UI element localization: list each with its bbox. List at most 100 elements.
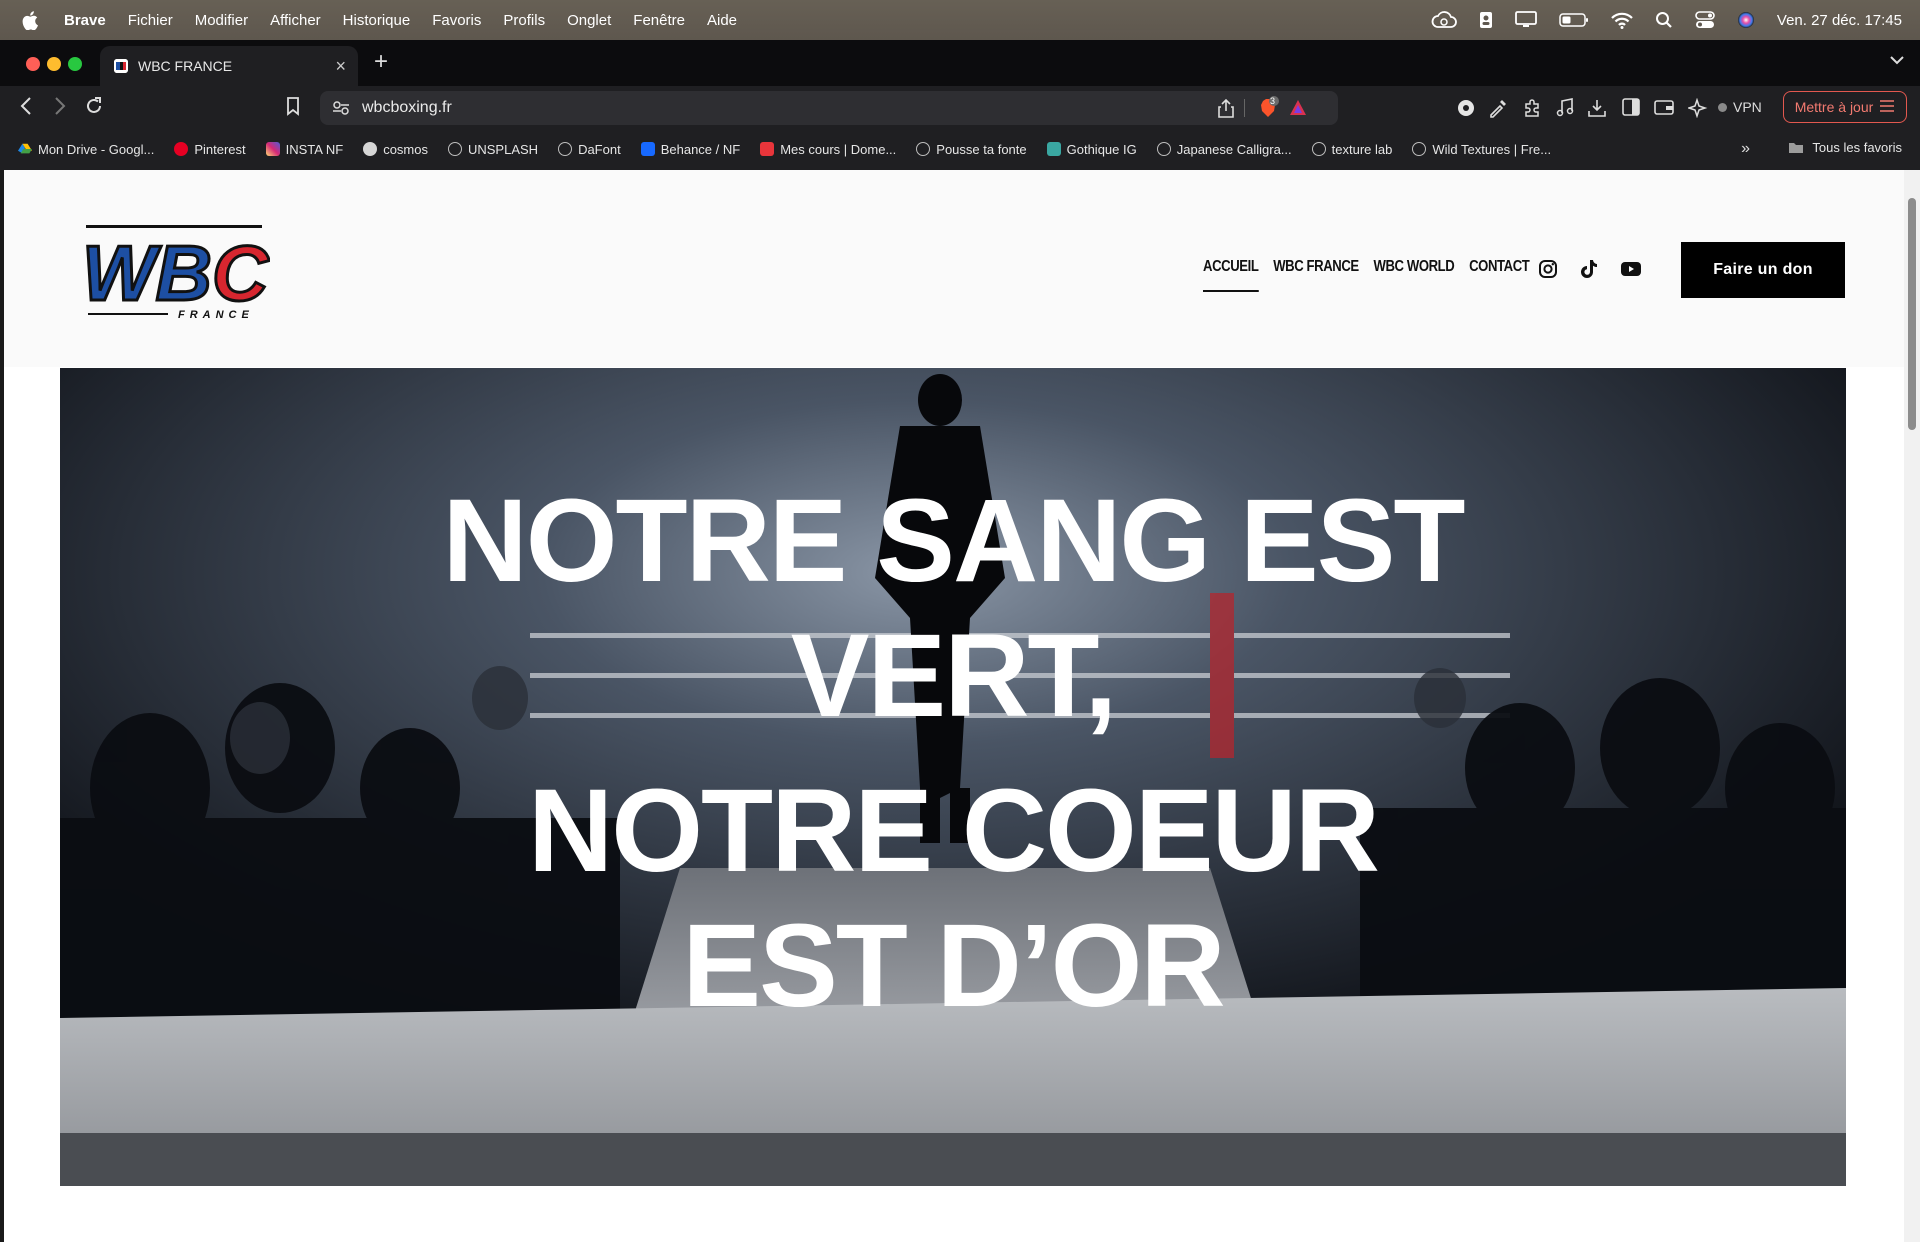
spotlight-icon[interactable] — [1655, 11, 1673, 29]
tab-strip: WBC FRANCE × + — [0, 40, 1920, 86]
brave-shields-icon[interactable]: 3 — [1256, 96, 1280, 125]
brave-rewards-icon[interactable] — [1288, 98, 1308, 123]
bookmark-cosmos[interactable]: cosmos — [363, 142, 428, 157]
wifi-icon[interactable] — [1611, 12, 1633, 29]
vpn-button[interactable]: VPN — [1718, 92, 1762, 122]
menu-app-name[interactable]: Brave — [64, 12, 106, 29]
logo-text: WBC — [82, 229, 270, 317]
leo-ai-icon[interactable] — [1686, 97, 1708, 123]
site-settings-icon[interactable] — [332, 100, 350, 121]
bookmark-label: Mon Drive - Googl... — [38, 141, 155, 157]
update-button[interactable]: Mettre à jour — [1783, 91, 1907, 123]
all-bookmarks-folder[interactable]: Tous les favoris — [1788, 140, 1902, 155]
youtube-icon[interactable] — [1620, 259, 1642, 284]
globe-icon — [1156, 142, 1171, 156]
bookmark-dafont[interactable]: DaFont — [558, 142, 621, 157]
menubar-clock[interactable]: Ven. 27 déc. 17:45 — [1777, 12, 1902, 29]
tiktok-icon[interactable] — [1580, 259, 1598, 284]
nav-accueil[interactable]: ACCUEIL — [1203, 258, 1259, 292]
donate-button[interactable]: Faire un don — [1681, 242, 1845, 298]
share-icon[interactable] — [1218, 98, 1234, 123]
menu-aide[interactable]: Aide — [707, 12, 737, 29]
instagram-icon[interactable] — [1538, 259, 1558, 284]
nav-wbc-world[interactable]: WBC WORLD — [1374, 258, 1455, 276]
music-icon[interactable] — [1556, 98, 1574, 123]
sidebar-toggle-icon[interactable] — [1622, 98, 1640, 121]
page-scrollbar[interactable] — [1904, 170, 1920, 1242]
bookmark-unsplash[interactable]: UNSPLASH — [447, 141, 539, 157]
wbc-favicon-icon — [114, 59, 128, 73]
menu-afficher[interactable]: Afficher — [270, 12, 321, 29]
instagram-icon — [265, 142, 280, 156]
globe-icon — [916, 142, 931, 156]
apple-icon[interactable] — [22, 10, 42, 30]
hero-line-1: NOTRE SANG EST — [442, 475, 1466, 607]
bookmark-mon-drive[interactable]: Mon Drive - Googl... — [18, 142, 154, 157]
menu-historique[interactable]: Historique — [343, 12, 411, 29]
menu-fenetre[interactable]: Fenêtre — [633, 12, 685, 29]
reload-icon[interactable] — [84, 96, 104, 121]
wallet-icon[interactable] — [1654, 98, 1674, 121]
bookmark-gothique-ig[interactable]: Gothique IG — [1046, 142, 1137, 157]
contacts-icon[interactable] — [1479, 11, 1493, 29]
siri-icon[interactable] — [1737, 11, 1755, 29]
tab-wbc-france[interactable]: WBC FRANCE × — [100, 46, 358, 86]
bookmark-label: texture lab — [1331, 141, 1393, 157]
bookmark-behance[interactable]: Behance / NF — [640, 141, 741, 157]
behance-icon — [640, 142, 655, 156]
display-icon[interactable] — [1514, 11, 1537, 29]
window-minimize-button[interactable] — [47, 57, 61, 71]
bookmark-texture-lab[interactable]: texture lab — [1311, 141, 1393, 157]
vpn-status-icon — [1718, 102, 1727, 112]
nav-contact[interactable]: CONTACT — [1469, 258, 1530, 276]
bookmark-label: UNSPLASH — [467, 141, 539, 157]
bookmark-page-icon[interactable] — [286, 96, 300, 121]
bookmark-japanese-calligraphy[interactable]: Japanese Calligra... — [1156, 142, 1292, 157]
browser-toolbar: wbcboxing.fr 3 VPN Mettre à jour — [0, 86, 1920, 130]
bookmark-wild-textures[interactable]: Wild Textures | Fre... — [1412, 142, 1551, 157]
forward-icon[interactable] — [54, 96, 66, 121]
tab-title: WBC FRANCE — [138, 58, 233, 74]
bookmark-pinterest[interactable]: Pinterest — [174, 141, 246, 157]
tab-close-icon[interactable]: × — [335, 56, 346, 77]
wbc-logo[interactable]: WBC FRANCE — [80, 223, 271, 323]
address-bar[interactable]: wbcboxing.fr 3 — [320, 91, 1338, 125]
brave-shields-badge: 3 — [1270, 96, 1276, 106]
downloads-icon[interactable] — [1588, 98, 1606, 123]
scrollbar-thumb[interactable] — [1908, 198, 1916, 430]
window-zoom-button[interactable] — [68, 57, 82, 71]
extension-cosmos-icon[interactable] — [1456, 98, 1476, 123]
cloud-icon[interactable] — [1431, 11, 1457, 29]
menu-modifier[interactable]: Modifier — [195, 12, 248, 29]
menu-onglet[interactable]: Onglet — [567, 12, 611, 29]
web-page: WBC FRANCE ACCUEIL WBC FRANCE WBC WORLD … — [4, 170, 1904, 1242]
menu-fichier[interactable]: Fichier — [128, 12, 173, 29]
menu-profils[interactable]: Profils — [503, 12, 545, 29]
bookmarks-overflow-icon[interactable]: » — [1741, 140, 1750, 158]
bookmark-domestika[interactable]: Mes cours | Dome... — [760, 142, 896, 157]
back-icon[interactable] — [20, 96, 32, 121]
bookmark-insta-nf[interactable]: INSTA NF — [265, 142, 343, 157]
url-text[interactable]: wbcboxing.fr — [362, 99, 452, 117]
vpn-label: VPN — [1733, 99, 1762, 115]
bookmark-label: Pinterest — [194, 141, 246, 157]
nav-wbc-france[interactable]: WBC FRANCE — [1273, 258, 1359, 276]
battery-icon[interactable] — [1559, 12, 1589, 28]
window-close-button[interactable] — [26, 57, 40, 71]
update-label: Mettre à jour — [1794, 99, 1874, 115]
new-tab-icon[interactable]: + — [374, 48, 388, 76]
macos-menu-bar: Brave Fichier Modifier Afficher Historiq… — [0, 0, 1920, 40]
bookmark-pousse-ta-fonte[interactable]: Pousse ta fonte — [916, 142, 1027, 157]
menu-favoris[interactable]: Favoris — [432, 12, 481, 29]
bookmark-label: cosmos — [383, 141, 428, 157]
control-center-icon[interactable] — [1695, 11, 1715, 29]
bookmark-label: Behance / NF — [660, 141, 741, 157]
globe-icon — [1412, 142, 1427, 156]
tab-list-chevron-icon[interactable] — [1890, 52, 1904, 70]
extensions-icon[interactable] — [1522, 98, 1542, 123]
bookmark-label: Mes cours | Dome... — [780, 141, 897, 157]
cosmos-icon — [363, 142, 378, 156]
hero-line-2: VERT, — [790, 610, 1117, 742]
eyedropper-icon[interactable] — [1488, 98, 1508, 123]
hero-line-3: NOTRE COEUR — [528, 765, 1380, 897]
